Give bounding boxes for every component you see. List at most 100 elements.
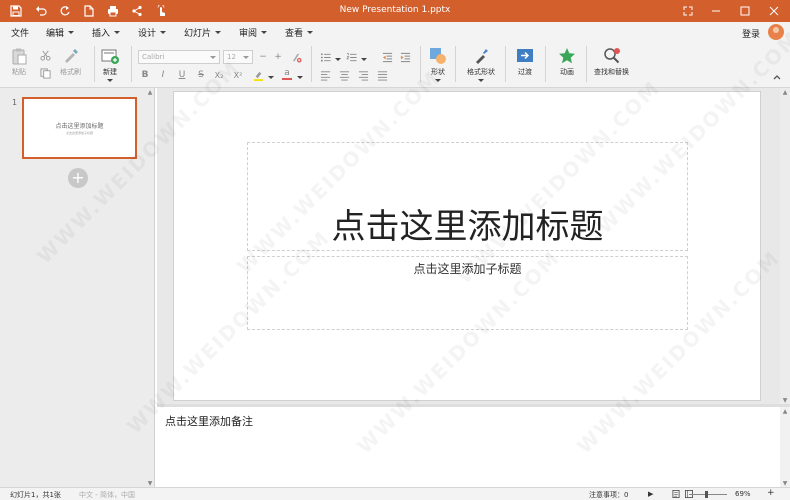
menu-slideshow-label: 幻灯片 — [184, 29, 212, 39]
font-color-button[interactable]: a — [280, 67, 294, 81]
close-button[interactable] — [764, 3, 784, 19]
font-size-value: 12 — [227, 53, 236, 61]
login-link[interactable]: 登录 — [742, 27, 760, 40]
format-shape-button[interactable]: 格式形状 — [467, 47, 495, 82]
paintbrush-icon — [62, 47, 80, 65]
minimize-button[interactable] — [706, 3, 726, 19]
scroll-down-icon[interactable]: ▼ — [781, 396, 789, 404]
align-left-icon[interactable] — [318, 68, 332, 82]
highlight-color-icon[interactable] — [251, 68, 265, 82]
window-title: New Presentation 1.pptx — [339, 5, 451, 15]
font-name-value: Calibri — [142, 53, 165, 61]
normal-view-icon[interactable] — [685, 490, 693, 500]
slide-thumbnails-pane: 1 点击这里添加标题 点击这里添加子标题 + ▲ ▼ — [0, 88, 155, 487]
scroll-up-icon[interactable]: ▲ — [781, 88, 789, 96]
editor-scrollbar[interactable]: ▲ ▼ — [780, 88, 790, 404]
decrease-font-size-button[interactable]: − — [256, 50, 270, 64]
maximize-button[interactable] — [735, 3, 755, 19]
subscript-button[interactable]: X₂ — [212, 68, 226, 82]
animation-button[interactable]: 动画 — [558, 47, 576, 77]
slide-thumbnail[interactable]: 点击这里添加标题 点击这里添加子标题 — [22, 97, 137, 159]
ribbon-separator — [420, 46, 421, 82]
italic-button[interactable]: I — [156, 68, 170, 82]
menu-bar: 文件 编辑 插入 设计 幻灯片 审阅 查看 登录 — [0, 22, 790, 42]
menu-insert-label: 插入 — [92, 29, 111, 39]
menu-slideshow[interactable]: 幻灯片 — [184, 26, 222, 39]
thumbnail-subtitle: 点击这里添加子标题 — [65, 131, 93, 135]
transition-label: 过渡 — [518, 68, 532, 76]
notes-scrollbar[interactable]: ▲ ▼ — [780, 407, 790, 487]
title-placeholder[interactable]: 点击这里添加标题 — [247, 142, 688, 251]
paste-button[interactable]: 粘贴 — [10, 47, 28, 77]
bold-button[interactable]: B — [138, 68, 152, 82]
superscript-button[interactable]: X² — [231, 68, 245, 82]
animation-label: 动画 — [560, 68, 574, 76]
menu-insert[interactable]: 插入 — [92, 26, 121, 39]
clear-format-icon[interactable] — [289, 50, 303, 64]
font-size-select[interactable]: 12 — [223, 50, 253, 64]
scroll-down-icon[interactable]: ▼ — [781, 479, 789, 487]
zoom-slider-handle[interactable] — [705, 491, 708, 498]
chevron-down-icon[interactable] — [264, 70, 278, 84]
find-replace-label: 查找和替换 — [594, 68, 629, 76]
play-slideshow-icon[interactable]: ▶ — [648, 490, 653, 498]
underline-button[interactable]: U — [175, 68, 189, 82]
thumbnails-scrollbar[interactable]: ▲ ▼ — [146, 88, 154, 487]
copy-icon[interactable] — [38, 66, 52, 80]
avatar[interactable] — [768, 24, 784, 40]
chevron-down-icon[interactable] — [357, 52, 371, 66]
format-painter-button[interactable]: 格式刷 — [60, 47, 81, 77]
scroll-up-icon[interactable]: ▲ — [146, 88, 154, 96]
notes-pane[interactable]: 点击这里添加备注 ▲ ▼ — [157, 404, 790, 487]
chevron-down-icon[interactable] — [293, 70, 307, 84]
language-status: 中文 - 简体，中国 — [79, 491, 135, 499]
notes-view-icon[interactable] — [672, 490, 680, 500]
menu-edit[interactable]: 编辑 — [46, 26, 75, 39]
cut-icon[interactable] — [38, 48, 52, 62]
chevron-down-icon[interactable] — [331, 52, 345, 66]
collapse-ribbon-icon[interactable] — [772, 72, 782, 82]
transition-button[interactable]: 过渡 — [516, 47, 534, 77]
new-slide-icon — [101, 47, 119, 65]
menu-view[interactable]: 查看 — [285, 26, 314, 39]
bullet-list-icon[interactable] — [318, 50, 332, 64]
scroll-down-icon[interactable]: ▼ — [146, 479, 154, 487]
numbered-list-icon[interactable] — [344, 50, 358, 64]
decrease-indent-icon[interactable] — [380, 50, 394, 64]
new-slide-label: 新建 — [103, 68, 117, 76]
chevron-down-icon — [114, 31, 121, 34]
menu-file[interactable]: 文件 — [11, 26, 29, 39]
zoom-level: 69% — [735, 490, 751, 498]
slide-canvas[interactable]: 点击这里添加标题 点击这里添加子标题 — [173, 91, 761, 401]
increase-font-size-button[interactable]: + — [271, 50, 285, 64]
zoom-plus-button[interactable]: + — [767, 488, 775, 498]
menu-review[interactable]: 审阅 — [239, 26, 268, 39]
format-painter-label: 格式刷 — [60, 68, 81, 76]
menu-design[interactable]: 设计 — [138, 26, 167, 39]
new-slide-button[interactable]: 新建 — [101, 47, 119, 82]
notes-placeholder: 点击这里添加备注 — [165, 415, 253, 428]
find-replace-button[interactable]: 查找和替换 — [594, 47, 629, 77]
align-right-icon[interactable] — [356, 68, 370, 82]
scroll-up-icon[interactable]: ▲ — [781, 407, 789, 415]
status-bar: 幻灯片1，共1张 中文 - 简体，中国 注意事项：0 ▶ − 69% + — [0, 487, 790, 500]
chevron-down-icon — [243, 56, 249, 59]
star-icon — [558, 47, 576, 65]
add-slide-button[interactable]: + — [68, 168, 88, 188]
slide-count-status: 幻灯片1，共1张 — [10, 491, 61, 499]
notes-count-status: 注意事项：0 — [589, 491, 629, 499]
zoom-slider[interactable] — [689, 494, 727, 495]
align-center-icon[interactable] — [337, 68, 351, 82]
increase-indent-icon[interactable] — [398, 50, 412, 64]
ribbon-toolbar: 粘贴 格式刷 新建 Calibri 12 − + B I U S X₂ X² a… — [0, 42, 790, 88]
plus-icon: + — [71, 168, 85, 187]
subtitle-placeholder[interactable]: 点击这里添加子标题 — [247, 256, 688, 330]
font-name-select[interactable]: Calibri — [138, 50, 220, 64]
justify-icon[interactable] — [375, 68, 389, 82]
chevron-down-icon — [160, 31, 167, 34]
menu-review-label: 审阅 — [239, 29, 258, 39]
chevron-down-icon — [215, 31, 222, 34]
shape-button[interactable]: 形状 — [429, 47, 447, 82]
fullscreen-icon[interactable] — [678, 3, 698, 19]
strikethrough-button[interactable]: S — [194, 68, 208, 82]
